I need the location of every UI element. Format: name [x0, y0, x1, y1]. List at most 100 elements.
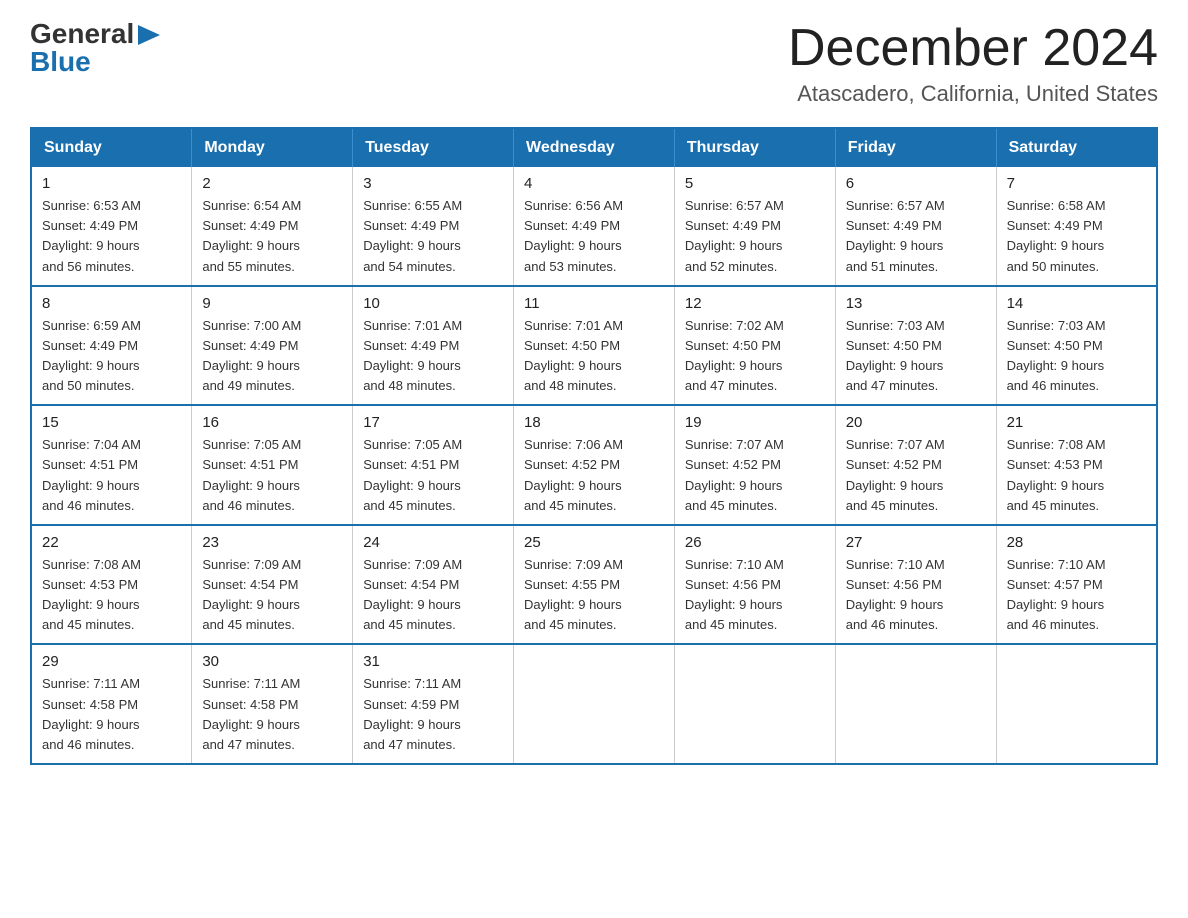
- calendar-day-cell: 25 Sunrise: 7:09 AMSunset: 4:55 PMDayligh…: [514, 525, 675, 645]
- calendar-day-cell: 28 Sunrise: 7:10 AMSunset: 4:57 PMDayligh…: [996, 525, 1157, 645]
- location-subtitle: Atascadero, California, United States: [788, 81, 1158, 107]
- calendar-day-cell: 7 Sunrise: 6:58 AMSunset: 4:49 PMDaylight…: [996, 167, 1157, 286]
- day-info: Sunrise: 6:54 AMSunset: 4:49 PMDaylight:…: [202, 196, 342, 277]
- day-of-week-header: Thursday: [674, 128, 835, 167]
- logo-triangle-icon: [138, 25, 160, 45]
- day-number: 29: [42, 653, 181, 670]
- day-info: Sunrise: 6:55 AMSunset: 4:49 PMDaylight:…: [363, 196, 503, 277]
- calendar-table: SundayMondayTuesdayWednesdayThursdayFrid…: [30, 127, 1158, 765]
- calendar-day-cell: 5Sunrise: 6:57 AMSunset: 4:49 PMDaylight…: [674, 167, 835, 286]
- day-info: Sunrise: 7:01 AMSunset: 4:50 PMDaylight:…: [524, 316, 664, 397]
- calendar-day-cell: 27Sunrise: 7:10 AMSunset: 4:56 PMDayligh…: [835, 525, 996, 645]
- calendar-day-cell: [835, 644, 996, 764]
- logo: General Blue: [30, 20, 160, 76]
- day-info: Sunrise: 7:04 AMSunset: 4:51 PMDaylight:…: [42, 435, 181, 516]
- day-of-week-header: Friday: [835, 128, 996, 167]
- calendar-day-cell: 11 Sunrise: 7:01 AMSunset: 4:50 PMDayligh…: [514, 286, 675, 406]
- day-number: 7: [1007, 175, 1146, 192]
- day-number: 6: [846, 175, 986, 192]
- day-info: Sunrise: 7:05 AMSunset: 4:51 PMDaylight:…: [363, 435, 503, 516]
- calendar-day-cell: 12Sunrise: 7:02 AMSunset: 4:50 PMDayligh…: [674, 286, 835, 406]
- day-of-week-header: Monday: [192, 128, 353, 167]
- logo-general-text: General: [30, 20, 134, 48]
- day-of-week-header: Saturday: [996, 128, 1157, 167]
- day-number: 18: [524, 414, 664, 431]
- calendar-header-row: SundayMondayTuesdayWednesdayThursdayFrid…: [31, 128, 1157, 167]
- day-number: 4: [524, 175, 664, 192]
- month-year-title: December 2024: [788, 20, 1158, 77]
- day-info: Sunrise: 7:08 AMSunset: 4:53 PMDaylight:…: [1007, 435, 1146, 516]
- calendar-day-cell: 20Sunrise: 7:07 AMSunset: 4:52 PMDayligh…: [835, 405, 996, 525]
- day-number: 10: [363, 295, 503, 312]
- calendar-day-cell: 22 Sunrise: 7:08 AMSunset: 4:53 PMDayligh…: [31, 525, 192, 645]
- day-info: Sunrise: 7:11 AMSunset: 4:59 PMDaylight:…: [363, 674, 503, 755]
- day-info: Sunrise: 7:06 AMSunset: 4:52 PMDaylight:…: [524, 435, 664, 516]
- day-number: 22: [42, 534, 181, 551]
- day-info: Sunrise: 7:07 AMSunset: 4:52 PMDaylight:…: [685, 435, 825, 516]
- calendar-week-row: 29 Sunrise: 7:11 AMSunset: 4:58 PMDayligh…: [31, 644, 1157, 764]
- day-number: 15: [42, 414, 181, 431]
- day-number: 30: [202, 653, 342, 670]
- calendar-day-cell: 9 Sunrise: 7:00 AMSunset: 4:49 PMDaylight…: [192, 286, 353, 406]
- day-number: 9: [202, 295, 342, 312]
- day-number: 17: [363, 414, 503, 431]
- calendar-day-cell: 3Sunrise: 6:55 AMSunset: 4:49 PMDaylight…: [353, 167, 514, 286]
- day-number: 26: [685, 534, 825, 551]
- day-number: 21: [1007, 414, 1146, 431]
- day-info: Sunrise: 7:00 AMSunset: 4:49 PMDaylight:…: [202, 316, 342, 397]
- day-info: Sunrise: 7:07 AMSunset: 4:52 PMDaylight:…: [846, 435, 986, 516]
- logo-blue-text: Blue: [30, 48, 91, 76]
- calendar-day-cell: 1Sunrise: 6:53 AMSunset: 4:49 PMDaylight…: [31, 167, 192, 286]
- day-number: 14: [1007, 295, 1146, 312]
- day-info: Sunrise: 7:08 AMSunset: 4:53 PMDaylight:…: [42, 555, 181, 636]
- calendar-day-cell: 23 Sunrise: 7:09 AMSunset: 4:54 PMDayligh…: [192, 525, 353, 645]
- page-header: General Blue December 2024 Atascadero, C…: [30, 20, 1158, 107]
- calendar-day-cell: 31 Sunrise: 7:11 AMSunset: 4:59 PMDayligh…: [353, 644, 514, 764]
- day-number: 28: [1007, 534, 1146, 551]
- calendar-day-cell: 16 Sunrise: 7:05 AMSunset: 4:51 PMDayligh…: [192, 405, 353, 525]
- day-of-week-header: Wednesday: [514, 128, 675, 167]
- day-info: Sunrise: 6:57 AMSunset: 4:49 PMDaylight:…: [846, 196, 986, 277]
- day-info: Sunrise: 7:09 AMSunset: 4:55 PMDaylight:…: [524, 555, 664, 636]
- day-number: 5: [685, 175, 825, 192]
- day-number: 16: [202, 414, 342, 431]
- calendar-day-cell: 10 Sunrise: 7:01 AMSunset: 4:49 PMDayligh…: [353, 286, 514, 406]
- day-info: Sunrise: 7:03 AMSunset: 4:50 PMDaylight:…: [846, 316, 986, 397]
- day-info: Sunrise: 7:02 AMSunset: 4:50 PMDaylight:…: [685, 316, 825, 397]
- day-info: Sunrise: 7:10 AMSunset: 4:57 PMDaylight:…: [1007, 555, 1146, 636]
- day-of-week-header: Tuesday: [353, 128, 514, 167]
- calendar-day-cell: 13Sunrise: 7:03 AMSunset: 4:50 PMDayligh…: [835, 286, 996, 406]
- day-info: Sunrise: 7:11 AMSunset: 4:58 PMDaylight:…: [202, 674, 342, 755]
- day-number: 25: [524, 534, 664, 551]
- day-info: Sunrise: 7:09 AMSunset: 4:54 PMDaylight:…: [363, 555, 503, 636]
- calendar-week-row: 8Sunrise: 6:59 AMSunset: 4:49 PMDaylight…: [31, 286, 1157, 406]
- calendar-day-cell: 14Sunrise: 7:03 AMSunset: 4:50 PMDayligh…: [996, 286, 1157, 406]
- day-info: Sunrise: 6:53 AMSunset: 4:49 PMDaylight:…: [42, 196, 181, 277]
- calendar-week-row: 15 Sunrise: 7:04 AMSunset: 4:51 PMDayligh…: [31, 405, 1157, 525]
- calendar-day-cell: 30 Sunrise: 7:11 AMSunset: 4:58 PMDayligh…: [192, 644, 353, 764]
- day-number: 19: [685, 414, 825, 431]
- calendar-day-cell: [674, 644, 835, 764]
- day-of-week-header: Sunday: [31, 128, 192, 167]
- calendar-day-cell: 4 Sunrise: 6:56 AMSunset: 4:49 PMDaylight…: [514, 167, 675, 286]
- day-number: 11: [524, 295, 664, 312]
- calendar-day-cell: 8Sunrise: 6:59 AMSunset: 4:49 PMDaylight…: [31, 286, 192, 406]
- day-info: Sunrise: 7:09 AMSunset: 4:54 PMDaylight:…: [202, 555, 342, 636]
- day-number: 2: [202, 175, 342, 192]
- day-info: Sunrise: 6:59 AMSunset: 4:49 PMDaylight:…: [42, 316, 181, 397]
- calendar-day-cell: 6 Sunrise: 6:57 AMSunset: 4:49 PMDaylight…: [835, 167, 996, 286]
- calendar-day-cell: 2 Sunrise: 6:54 AMSunset: 4:49 PMDaylight…: [192, 167, 353, 286]
- calendar-day-cell: 18 Sunrise: 7:06 AMSunset: 4:52 PMDayligh…: [514, 405, 675, 525]
- calendar-week-row: 1Sunrise: 6:53 AMSunset: 4:49 PMDaylight…: [31, 167, 1157, 286]
- day-info: Sunrise: 6:58 AMSunset: 4:49 PMDaylight:…: [1007, 196, 1146, 277]
- day-info: Sunrise: 6:56 AMSunset: 4:49 PMDaylight:…: [524, 196, 664, 277]
- title-block: December 2024 Atascadero, California, Un…: [788, 20, 1158, 107]
- day-info: Sunrise: 7:10 AMSunset: 4:56 PMDaylight:…: [685, 555, 825, 636]
- calendar-day-cell: 24Sunrise: 7:09 AMSunset: 4:54 PMDayligh…: [353, 525, 514, 645]
- day-info: Sunrise: 7:05 AMSunset: 4:51 PMDaylight:…: [202, 435, 342, 516]
- day-number: 23: [202, 534, 342, 551]
- calendar-day-cell: 15 Sunrise: 7:04 AMSunset: 4:51 PMDayligh…: [31, 405, 192, 525]
- day-info: Sunrise: 7:01 AMSunset: 4:49 PMDaylight:…: [363, 316, 503, 397]
- day-number: 31: [363, 653, 503, 670]
- calendar-day-cell: 19 Sunrise: 7:07 AMSunset: 4:52 PMDayligh…: [674, 405, 835, 525]
